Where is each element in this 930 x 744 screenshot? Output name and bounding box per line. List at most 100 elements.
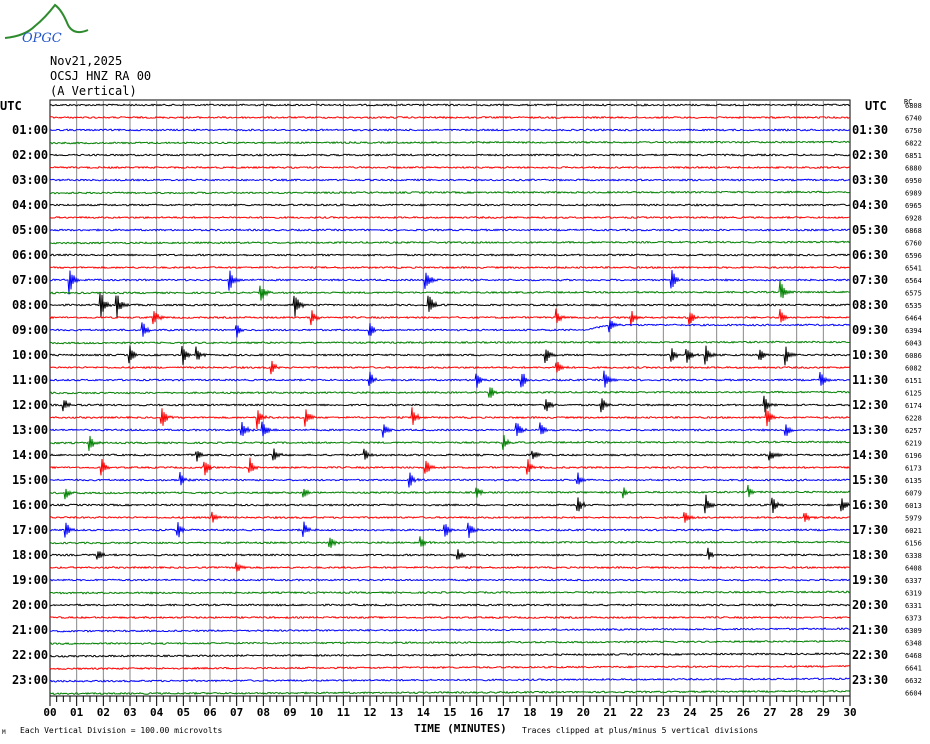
x-tick-label: 22 bbox=[630, 706, 643, 719]
x-tick-label: 16 bbox=[470, 706, 484, 719]
trace-count-label: 6596 bbox=[905, 252, 922, 260]
left-hour-label: 14:00 bbox=[12, 448, 48, 462]
x-tick-label: 29 bbox=[817, 706, 830, 719]
left-hour-label: 09:00 bbox=[12, 323, 48, 337]
x-tick-label: 27 bbox=[763, 706, 776, 719]
trace-count-label: 6868 bbox=[905, 227, 922, 235]
left-hour-label: 17:00 bbox=[12, 523, 48, 537]
trace-count-label: 6309 bbox=[905, 627, 922, 635]
x-axis-label: TIME (MINUTES) bbox=[414, 722, 507, 735]
left-hour-label: 22:00 bbox=[12, 648, 48, 662]
right-hour-label: 12:30 bbox=[852, 398, 888, 412]
trace-count-label: 6750 bbox=[905, 127, 922, 135]
trace-count-label: 5979 bbox=[905, 515, 922, 523]
trace-count-label: 6535 bbox=[905, 302, 922, 310]
right-hour-label: 21:30 bbox=[852, 623, 888, 637]
x-tick-label: 00 bbox=[43, 706, 56, 719]
x-tick-label: 06 bbox=[203, 706, 217, 719]
right-hour-label: 04:30 bbox=[852, 198, 888, 212]
left-hour-label: 13:00 bbox=[12, 423, 48, 437]
left-hour-label: 03:00 bbox=[12, 173, 48, 187]
trace-count-label: 6219 bbox=[905, 440, 922, 448]
trace-count-label: 6641 bbox=[905, 665, 922, 673]
seismic-trace bbox=[49, 228, 851, 232]
trace-count-label: 6965 bbox=[905, 202, 922, 210]
trace-count-label: 6464 bbox=[905, 315, 922, 323]
x-tick-label: 18 bbox=[523, 706, 536, 719]
trace-count-label: 6337 bbox=[905, 577, 922, 585]
left-hour-label: 05:00 bbox=[12, 223, 48, 237]
x-tick-label: 21 bbox=[603, 706, 617, 719]
x-tick-label: 15 bbox=[443, 706, 456, 719]
trace-count-label: 6196 bbox=[905, 452, 922, 460]
trace-count-label: 6950 bbox=[905, 177, 922, 185]
trace-count-label: 6740 bbox=[905, 115, 922, 123]
trace-count-label: 6156 bbox=[905, 540, 922, 548]
left-hour-label: 19:00 bbox=[12, 573, 48, 587]
left-hour-label: 08:00 bbox=[12, 298, 48, 312]
trace-count-label: 6257 bbox=[905, 427, 922, 435]
trace-count-label: 6822 bbox=[905, 140, 922, 148]
left-hour-label: 01:00 bbox=[12, 123, 48, 137]
right-hour-label: 08:30 bbox=[852, 298, 888, 312]
x-tick-label: 01 bbox=[70, 706, 84, 719]
corner-mark: M bbox=[2, 729, 6, 736]
right-hour-label: 05:30 bbox=[852, 223, 888, 237]
trace-count-label: 6082 bbox=[905, 365, 922, 373]
right-hour-label: 03:30 bbox=[852, 173, 888, 187]
left-hour-label: 02:00 bbox=[12, 148, 48, 162]
trace-count-label: 6079 bbox=[905, 490, 922, 498]
x-tick-label: 25 bbox=[710, 706, 723, 719]
right-hour-label: 01:30 bbox=[852, 123, 888, 137]
clip-note: Traces clipped at plus/minus 5 vertical … bbox=[522, 726, 759, 735]
right-hour-label: 19:30 bbox=[852, 573, 888, 587]
right-hour-label: 11:30 bbox=[852, 373, 888, 387]
right-hour-label: 10:30 bbox=[852, 348, 888, 362]
right-hour-label: 23:30 bbox=[852, 673, 888, 687]
right-hour-label: 17:30 bbox=[852, 523, 888, 537]
x-tick-label: 14 bbox=[417, 706, 431, 719]
trace-count-label: 6151 bbox=[905, 377, 922, 385]
right-hour-label: UTC bbox=[865, 99, 887, 113]
x-tick-label: 12 bbox=[363, 706, 376, 719]
trace-count-label: 6338 bbox=[905, 552, 922, 560]
right-hour-label: 18:30 bbox=[852, 548, 888, 562]
trace-count-label: 6013 bbox=[905, 502, 922, 510]
trace-count-label: 6808 bbox=[905, 102, 922, 110]
left-hour-label: 11:00 bbox=[12, 373, 48, 387]
right-hour-label: 20:30 bbox=[852, 598, 888, 612]
trace-count-label: 6394 bbox=[905, 327, 922, 335]
trace-count-label: 6760 bbox=[905, 240, 922, 248]
trace-count-label: 6575 bbox=[905, 290, 922, 298]
x-tick-label: 19 bbox=[550, 706, 563, 719]
x-tick-label: 03 bbox=[123, 706, 136, 719]
left-hour-label: 23:00 bbox=[12, 673, 48, 687]
trace-count-label: 6125 bbox=[905, 390, 922, 398]
right-hour-label: 07:30 bbox=[852, 273, 888, 287]
left-hour-label: 12:00 bbox=[12, 398, 48, 412]
trace-count-label: 6541 bbox=[905, 265, 922, 273]
trace-count-label: 6468 bbox=[905, 652, 922, 660]
left-hour-label: 04:00 bbox=[12, 198, 48, 212]
x-tick-label: 07 bbox=[230, 706, 243, 719]
trace-count-label: 6173 bbox=[905, 465, 922, 473]
x-tick-label: 23 bbox=[657, 706, 670, 719]
trace-count-label: 6989 bbox=[905, 190, 922, 198]
left-hour-label: 06:00 bbox=[12, 248, 48, 262]
trace-count-label: 6331 bbox=[905, 602, 922, 610]
x-tick-label: 04 bbox=[150, 706, 164, 719]
helicorder-plot: 00 01 02 03 04 05 06 07 08 09 10 11 12 13 14 15 16 17 18 19… bbox=[0, 98, 922, 719]
x-tick-label: 20 bbox=[577, 706, 590, 719]
x-tick-label: 10 bbox=[310, 706, 323, 719]
x-tick-label: 13 bbox=[390, 706, 403, 719]
right-hour-label: 13:30 bbox=[852, 423, 888, 437]
right-hour-label: 09:30 bbox=[852, 323, 888, 337]
x-tick-label: 11 bbox=[337, 706, 351, 719]
x-tick-label: 08 bbox=[257, 706, 270, 719]
scale-note: Each Vertical Division = 100.00 microvol… bbox=[20, 726, 223, 735]
trace-count-label: 6851 bbox=[905, 152, 922, 160]
trace-count-label: 6880 bbox=[905, 165, 922, 173]
left-hour-label: 20:00 bbox=[12, 598, 48, 612]
left-hour-label: 10:00 bbox=[12, 348, 48, 362]
right-hour-label: 06:30 bbox=[852, 248, 888, 262]
